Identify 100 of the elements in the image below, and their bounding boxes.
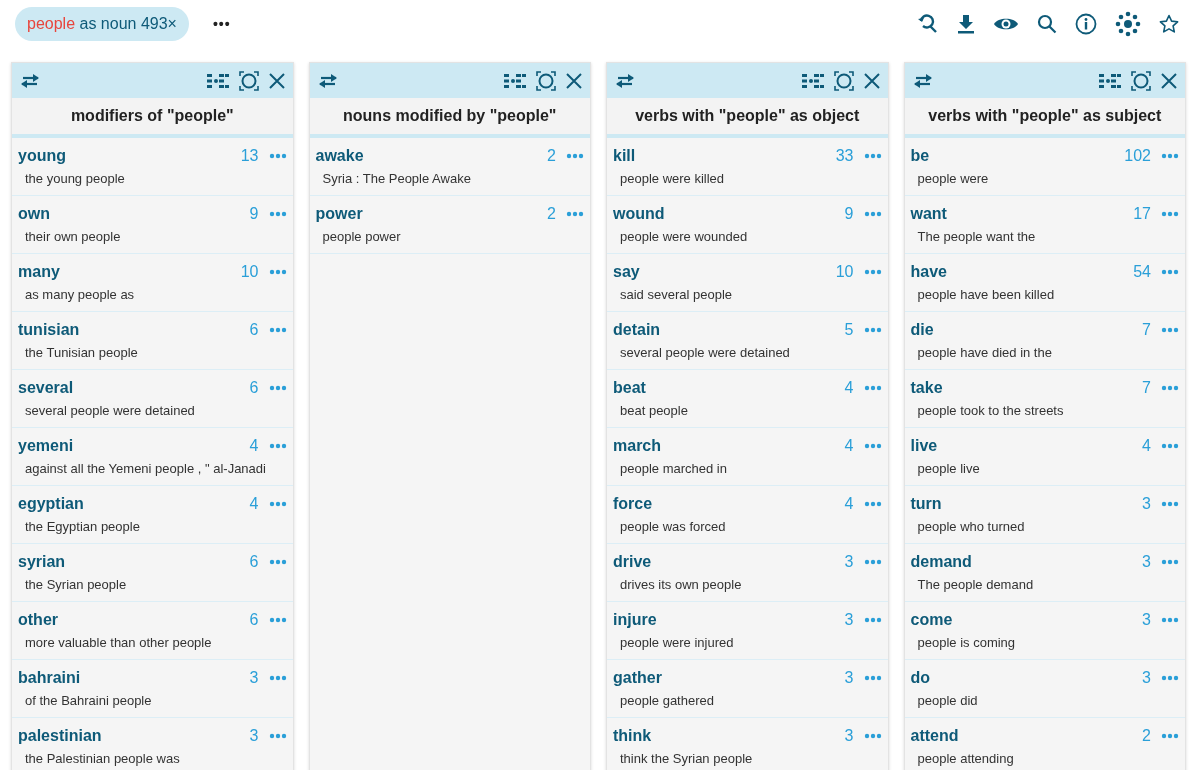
collocate-word[interactable]: awake — [315, 147, 364, 165]
collocate-word[interactable]: live — [910, 437, 938, 455]
collocation-row[interactable]: turn 3 people who turned — [904, 486, 1185, 544]
collocation-row[interactable]: take 7 people took to the streets — [904, 370, 1185, 428]
more-icon[interactable] — [863, 327, 882, 333]
collocate-word[interactable]: drive — [613, 553, 652, 571]
collocation-row[interactable]: detain 5 several people were detained — [607, 312, 888, 370]
grid-dots-icon[interactable] — [504, 72, 526, 89]
collocation-row[interactable]: march 4 people marched in — [607, 428, 888, 486]
more-icon[interactable] — [863, 269, 882, 275]
more-icon[interactable] — [1161, 675, 1179, 681]
more-icon[interactable] — [863, 675, 882, 681]
close-icon[interactable] — [863, 72, 880, 89]
collocate-word[interactable]: young — [18, 147, 66, 165]
more-icon[interactable] — [1161, 501, 1179, 507]
more-icon[interactable] — [1161, 269, 1179, 275]
more-icon[interactable] — [268, 559, 287, 565]
info-icon[interactable] — [1075, 13, 1097, 35]
focus-circle-icon[interactable] — [238, 70, 259, 91]
more-icon[interactable] — [863, 153, 882, 159]
collocation-row[interactable]: live 4 people live — [904, 428, 1185, 486]
collocate-word[interactable]: power — [315, 205, 363, 223]
swap-icon[interactable] — [615, 73, 635, 88]
reset-search-icon[interactable] — [917, 13, 939, 35]
more-icon[interactable] — [863, 733, 882, 739]
search-icon[interactable] — [1037, 14, 1057, 34]
collocation-row[interactable]: egyptian 4 the Egyptian people — [12, 486, 293, 544]
more-icon[interactable] — [1161, 327, 1179, 333]
more-icon[interactable] — [1161, 153, 1179, 159]
collocate-word[interactable]: be — [910, 147, 930, 165]
collocate-word[interactable]: other — [18, 611, 58, 629]
collocation-row[interactable]: kill 33 people were killed — [607, 138, 888, 196]
download-icon[interactable] — [957, 14, 975, 34]
more-icon[interactable] — [863, 211, 882, 217]
collocation-row[interactable]: die 7 people have died in the — [904, 312, 1185, 370]
swap-icon[interactable] — [912, 73, 933, 88]
more-icon[interactable] — [268, 385, 287, 391]
swap-icon[interactable] — [317, 73, 338, 88]
collocate-word[interactable]: kill — [613, 147, 636, 165]
focus-circle-icon[interactable] — [536, 70, 556, 91]
more-icon[interactable] — [268, 501, 287, 507]
collocation-row[interactable]: tunisian 6 the Tunisian people — [12, 312, 293, 370]
collocate-word[interactable]: tunisian — [18, 321, 80, 339]
collocate-word[interactable]: many — [18, 263, 60, 281]
collocation-row[interactable]: many 10 as many people as — [12, 254, 293, 312]
more-icon[interactable] — [268, 443, 287, 449]
collocation-row[interactable]: several 6 several people were detained — [12, 370, 293, 428]
more-icon[interactable] — [1161, 443, 1179, 449]
more-icon[interactable] — [566, 153, 584, 159]
focus-circle-icon[interactable] — [833, 70, 854, 91]
collocate-word[interactable]: have — [910, 263, 947, 281]
more-icon[interactable] — [268, 675, 287, 681]
collocation-row[interactable]: demand 3 The people demand — [904, 544, 1185, 602]
collocation-row[interactable]: force 4 people was forced — [607, 486, 888, 544]
collocation-row[interactable]: young 13 the young people — [12, 138, 293, 196]
collocation-row[interactable]: wound 9 people were wounded — [607, 196, 888, 254]
more-icon[interactable] — [268, 153, 287, 159]
dots-cluster-icon[interactable] — [1115, 11, 1141, 37]
collocation-row[interactable]: attend 2 people attending — [904, 718, 1185, 770]
more-icon[interactable] — [268, 617, 287, 623]
focus-circle-icon[interactable] — [1131, 70, 1151, 91]
collocation-row[interactable]: think 3 think the Syrian people — [607, 718, 888, 770]
collocation-row[interactable]: drive 3 drives its own people — [607, 544, 888, 602]
collocate-word[interactable]: turn — [910, 495, 942, 513]
collocate-word[interactable]: wound — [613, 205, 665, 223]
swap-icon[interactable] — [20, 73, 40, 88]
collocation-row[interactable]: bahraini 3 of the Bahraini people — [12, 660, 293, 718]
collocation-row[interactable]: power 2 people power — [309, 196, 590, 254]
collocate-word[interactable]: come — [910, 611, 953, 629]
collocate-word[interactable]: several — [18, 379, 74, 397]
collocate-word[interactable]: do — [910, 669, 931, 687]
collocate-word[interactable]: take — [910, 379, 943, 397]
collocate-word[interactable]: demand — [910, 553, 972, 571]
close-icon[interactable] — [1161, 72, 1177, 89]
collocation-row[interactable]: say 10 said several people — [607, 254, 888, 312]
close-icon[interactable] — [566, 72, 582, 89]
more-icon[interactable] — [566, 211, 584, 217]
collocation-row[interactable]: own 9 their own people — [12, 196, 293, 254]
collocation-row[interactable]: beat 4 beat people — [607, 370, 888, 428]
collocate-word[interactable]: bahraini — [18, 669, 81, 687]
collocate-word[interactable]: palestinian — [18, 727, 102, 745]
more-icon[interactable] — [1161, 733, 1179, 739]
star-icon[interactable] — [1159, 14, 1179, 34]
collocation-row[interactable]: gather 3 people gathered — [607, 660, 888, 718]
more-icon[interactable] — [268, 733, 287, 739]
collocate-word[interactable]: gather — [613, 669, 662, 687]
grid-dots-icon[interactable] — [206, 72, 229, 89]
more-menu-button[interactable]: ••• — [212, 16, 231, 32]
more-icon[interactable] — [268, 211, 287, 217]
collocation-row[interactable]: injure 3 people were injured — [607, 602, 888, 660]
collocation-row[interactable]: other 6 more valuable than other people — [12, 602, 293, 660]
collocation-row[interactable]: yemeni 4 against all the Yemeni people , " al-Janadi — [12, 428, 293, 486]
collocate-word[interactable]: syrian — [18, 553, 66, 571]
more-icon[interactable] — [1161, 617, 1179, 623]
more-icon[interactable] — [1161, 385, 1179, 391]
collocate-word[interactable]: march — [613, 437, 662, 455]
collocation-row[interactable]: come 3 people is coming — [904, 602, 1185, 660]
more-icon[interactable] — [863, 501, 882, 507]
collocation-row[interactable]: awake 2 Syria : The People Awake — [309, 138, 590, 196]
more-icon[interactable] — [1161, 211, 1179, 217]
